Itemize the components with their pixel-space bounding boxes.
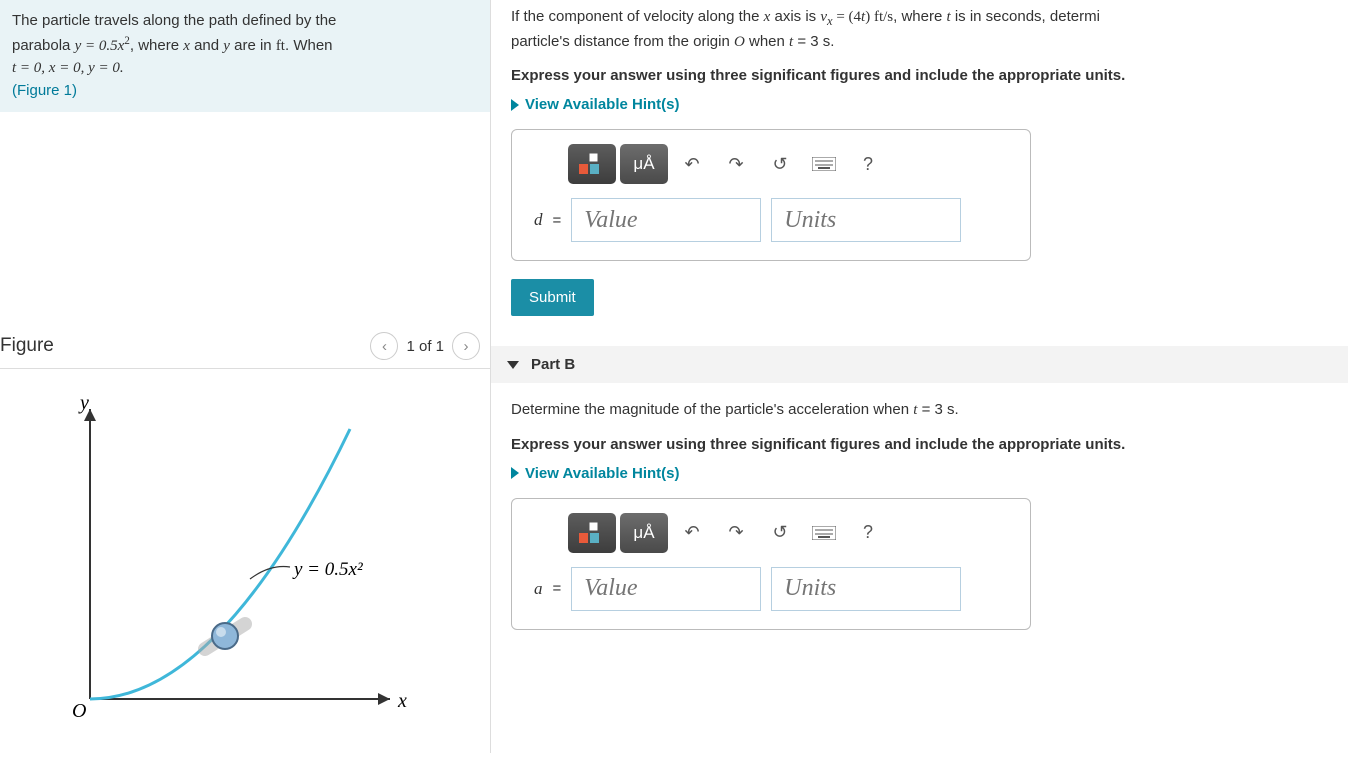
- initial-conditions: t = 0, x = 0, y = 0.: [12, 60, 124, 76]
- figure-svg: y x O y = 0.5x²: [50, 389, 410, 729]
- q-text: = 3 s.: [793, 33, 834, 50]
- part-a: If the component of velocity along the x…: [511, 6, 1348, 316]
- templates-icon: [577, 521, 607, 545]
- left-column: The particle travels along the path defi…: [0, 0, 490, 753]
- reset-button[interactable]: ↺: [760, 515, 800, 551]
- q-text: ) ft/s: [865, 9, 893, 25]
- var-O: O: [734, 34, 745, 50]
- pager-text: 1 of 1: [406, 338, 444, 355]
- units-button[interactable]: μÅ: [620, 144, 668, 184]
- q-text: is in seconds, determi: [951, 8, 1100, 25]
- variable-label: a: [534, 579, 543, 599]
- figure-link[interactable]: (Figure 1): [12, 82, 77, 99]
- templates-button[interactable]: [568, 144, 616, 184]
- answer-input-row: d =: [530, 198, 1012, 242]
- q-text: If the component of velocity along the: [511, 8, 764, 25]
- redo-button[interactable]: ↷: [716, 515, 756, 551]
- equals-sign: =: [553, 580, 562, 597]
- view-hints-button[interactable]: View Available Hint(s): [511, 465, 1348, 482]
- q-text: Determine the magnitude of the particle'…: [511, 401, 913, 418]
- part-b-instruction: Express your answer using three signific…: [511, 436, 1348, 453]
- keyboard-button[interactable]: [804, 515, 844, 551]
- templates-icon: [577, 152, 607, 176]
- intro-text: , where: [130, 37, 183, 54]
- undo-button[interactable]: ↶: [672, 146, 712, 182]
- y-axis-label: y: [78, 392, 89, 414]
- units-input[interactable]: [771, 198, 961, 242]
- intro-text: parabola: [12, 37, 75, 54]
- q-text: = 3 s.: [917, 401, 958, 418]
- var-y: y: [223, 38, 230, 54]
- intro-text: The particle travels along the path defi…: [12, 12, 336, 29]
- unit-ft: ft: [276, 38, 285, 54]
- chevron-right-icon: [511, 99, 519, 111]
- part-a-question: If the component of velocity along the x…: [511, 6, 1348, 53]
- problem-intro: The particle travels along the path defi…: [0, 0, 490, 112]
- part-b-header[interactable]: Part B: [491, 346, 1348, 383]
- next-figure-button[interactable]: ›: [452, 332, 480, 360]
- view-hints-button[interactable]: View Available Hint(s): [511, 96, 1348, 113]
- figure-title: Figure: [0, 335, 54, 357]
- figure-header: Figure ‹ 1 of 1 ›: [0, 332, 490, 369]
- hints-label: View Available Hint(s): [525, 96, 680, 113]
- intro-text: are in: [230, 37, 276, 54]
- part-b: Determine the magnitude of the particle'…: [511, 399, 1348, 630]
- value-input[interactable]: [571, 567, 761, 611]
- part-b-question: Determine the magnitude of the particle'…: [511, 399, 1348, 422]
- q-text: , where: [893, 8, 946, 25]
- chevron-down-icon: [507, 361, 519, 369]
- right-column: If the component of velocity along the x…: [490, 0, 1348, 753]
- units-button[interactable]: μÅ: [620, 513, 668, 553]
- units-input[interactable]: [771, 567, 961, 611]
- keyboard-icon: [812, 157, 836, 171]
- redo-button[interactable]: ↷: [716, 146, 756, 182]
- part-b-title: Part B: [531, 356, 575, 373]
- answer-input-row: a =: [530, 567, 1012, 611]
- variable-label: d: [534, 210, 543, 230]
- help-button[interactable]: ?: [848, 515, 888, 551]
- intro-text: and: [190, 37, 223, 54]
- equals-sign: =: [553, 212, 562, 229]
- part-a-answer-box: μÅ ↶ ↷ ↺ ? d =: [511, 129, 1031, 261]
- keyboard-button[interactable]: [804, 146, 844, 182]
- submit-button[interactable]: Submit: [511, 279, 594, 316]
- var-v: v: [820, 9, 827, 25]
- figure-pager: ‹ 1 of 1 ›: [370, 332, 480, 360]
- equation: y = 0.5x: [75, 38, 125, 54]
- chevron-right-icon: [511, 467, 519, 479]
- origin-label: O: [72, 700, 86, 722]
- q-text: = (4: [833, 9, 861, 25]
- figure-canvas: y x O y = 0.5x²: [0, 369, 490, 753]
- curve-label: y = 0.5x²: [292, 559, 363, 580]
- var-x: x: [183, 38, 190, 54]
- prev-figure-button[interactable]: ‹: [370, 332, 398, 360]
- x-axis-label: x: [397, 690, 407, 712]
- intro-text: . When: [285, 37, 333, 54]
- help-button[interactable]: ?: [848, 146, 888, 182]
- part-b-answer-box: μÅ ↶ ↷ ↺ ? a =: [511, 498, 1031, 630]
- reset-button[interactable]: ↺: [760, 146, 800, 182]
- answer-toolbar: μÅ ↶ ↷ ↺ ?: [568, 144, 1012, 184]
- keyboard-icon: [812, 526, 836, 540]
- part-a-instruction: Express your answer using three signific…: [511, 67, 1348, 84]
- undo-button[interactable]: ↶: [672, 515, 712, 551]
- q-text: axis is: [770, 8, 820, 25]
- q-text: particle's distance from the origin: [511, 33, 734, 50]
- value-input[interactable]: [571, 198, 761, 242]
- q-text: when: [745, 33, 789, 50]
- hints-label: View Available Hint(s): [525, 465, 680, 482]
- answer-toolbar: μÅ ↶ ↷ ↺ ?: [568, 513, 1012, 553]
- templates-button[interactable]: [568, 513, 616, 553]
